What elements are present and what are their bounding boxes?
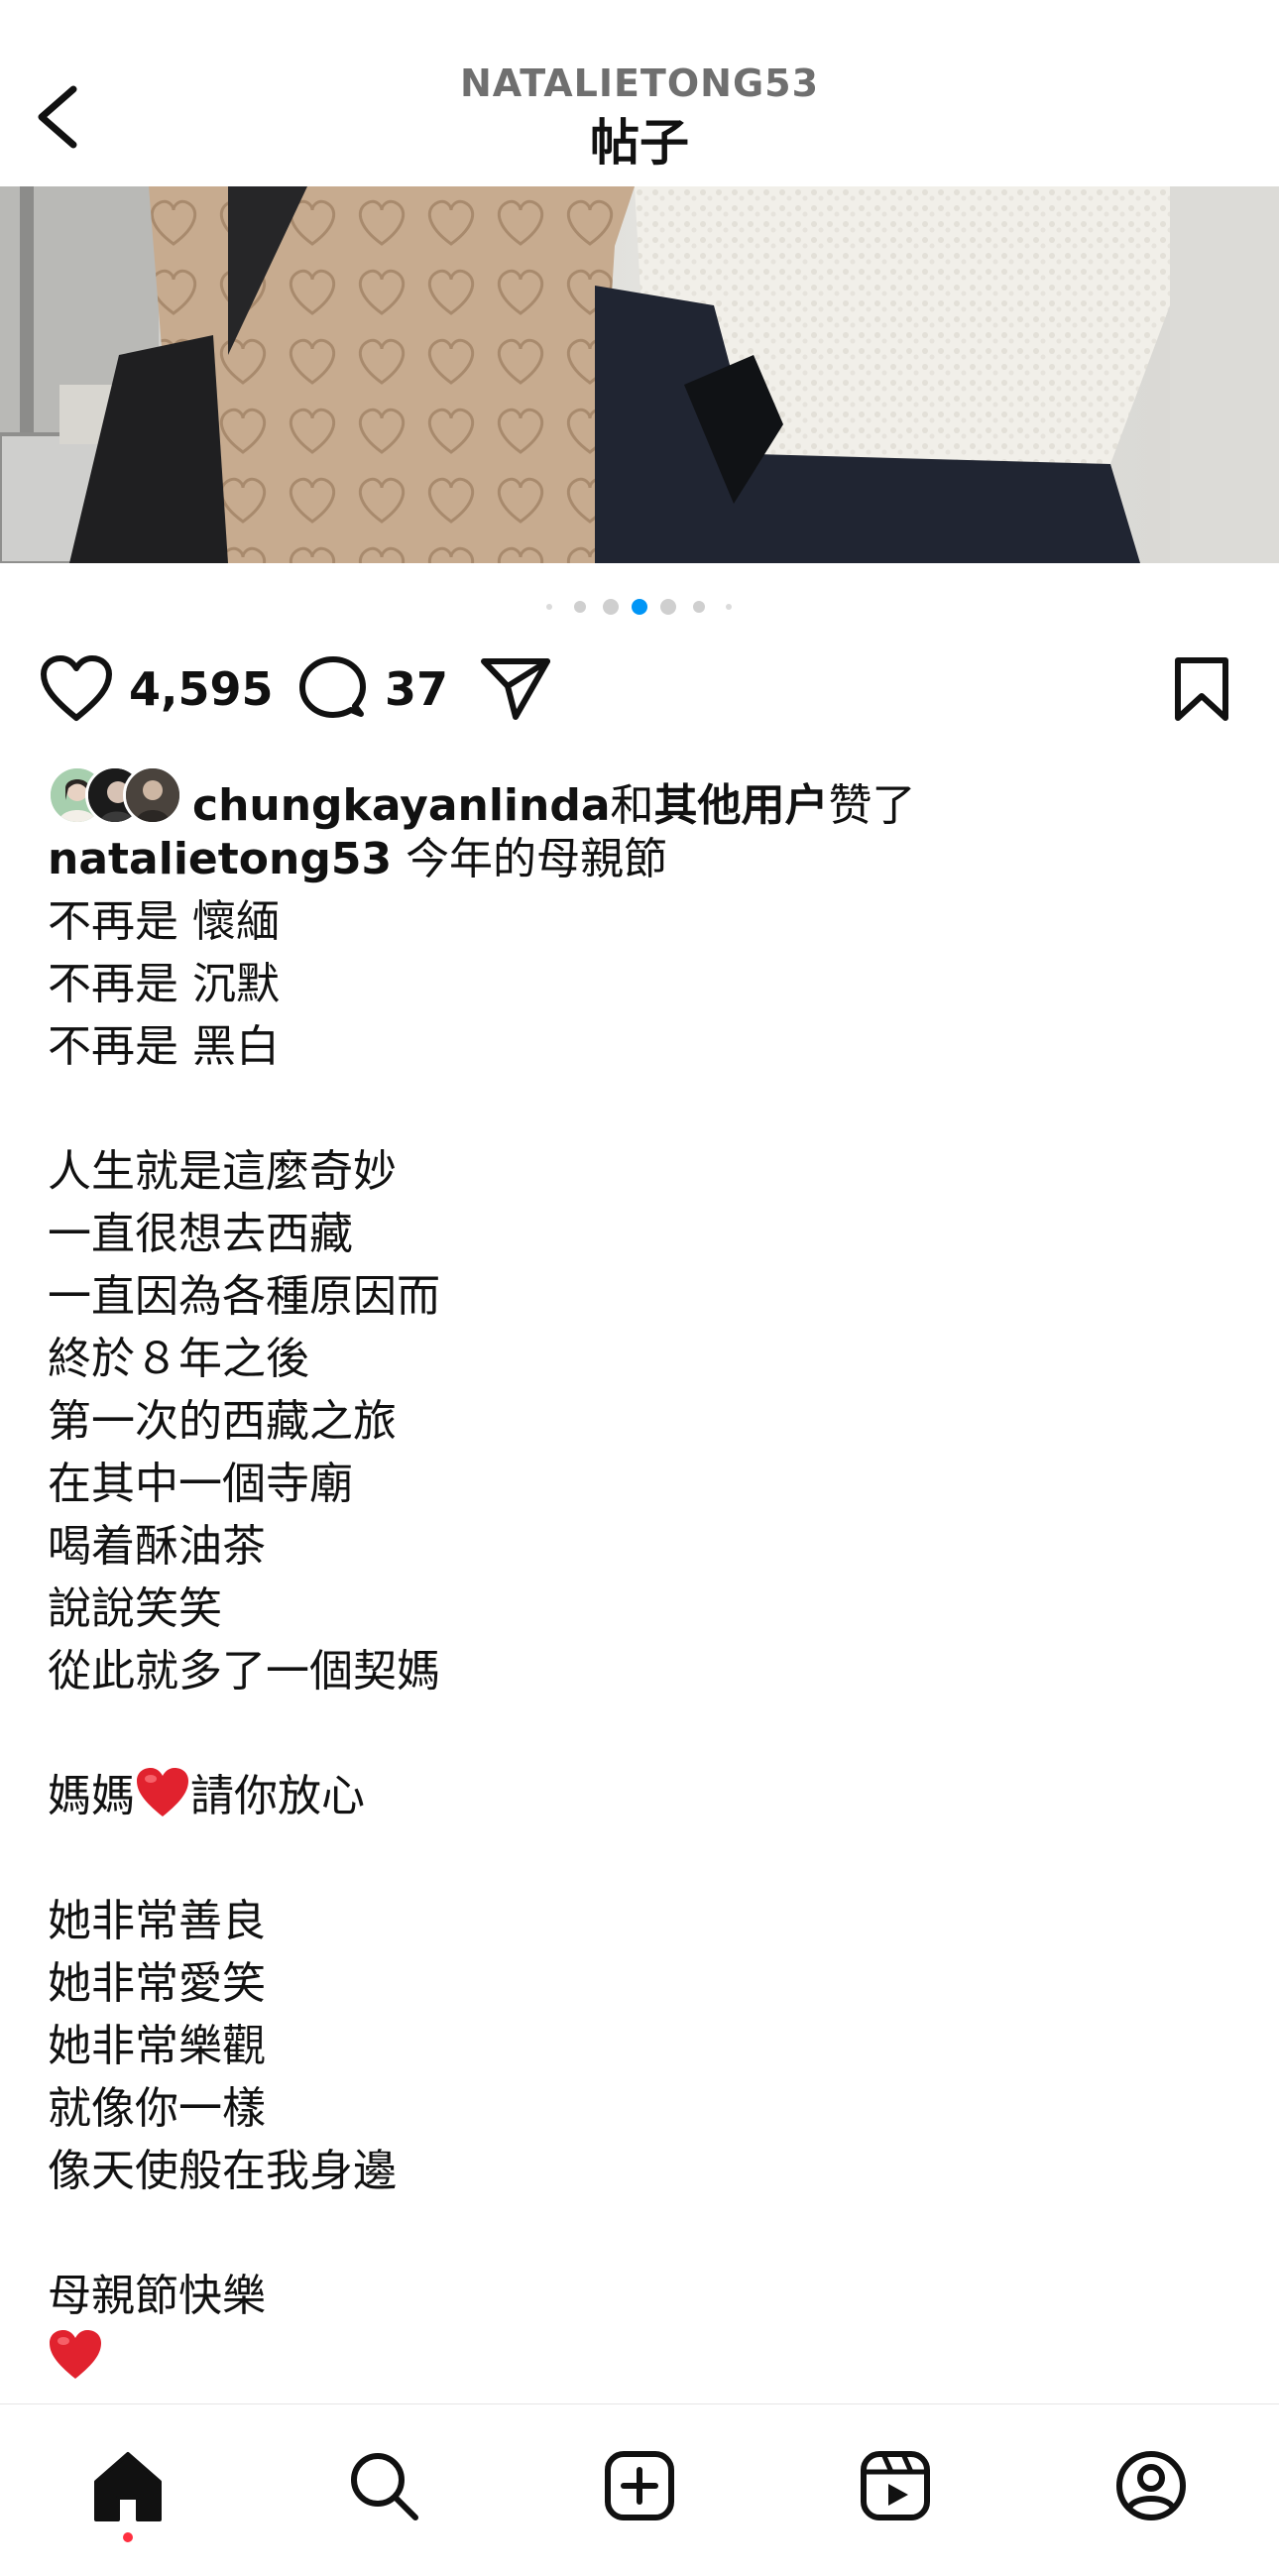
liker-username[interactable]: chungkayanlinda	[192, 780, 611, 831]
search-icon	[351, 2453, 418, 2520]
carousel-dot	[660, 599, 676, 615]
heart-icon	[41, 655, 112, 721]
caption-line: 一直很想去西藏	[48, 1209, 353, 1259]
profile-icon	[1116, 2451, 1186, 2520]
liker-avatars	[48, 763, 186, 825]
liked-by-others[interactable]: 其他用户	[654, 780, 829, 831]
caption-line: 一直因為各種原因而	[48, 1271, 440, 1322]
caption-line: 終於８年之後	[48, 1334, 309, 1384]
share-icon	[481, 658, 550, 720]
post-image[interactable]	[0, 186, 1279, 563]
caption-line: 不再是 懷緬	[48, 896, 280, 947]
caption-line: 她非常愛笑	[48, 1958, 266, 2009]
avatar	[123, 765, 182, 825]
post-actions: 4,595 37	[0, 644, 1279, 734]
carousel-dot	[603, 599, 619, 615]
caption-line: 人生就是這麼奇妙	[48, 1146, 397, 1197]
caption-text: 今年的母親節	[406, 834, 668, 884]
caption-mama-suffix: 請你放心	[190, 1771, 365, 1821]
caption-heart-line	[48, 2327, 1237, 2390]
caption-line: 喝着酥油茶	[48, 1521, 266, 1572]
liked-by-text: chungkayanlinda和其他用户赞了	[192, 769, 916, 833]
caption-line: 母親節快樂	[48, 2271, 266, 2321]
bookmark-icon	[1175, 657, 1228, 721]
liked-by-suffix: 赞了	[828, 780, 916, 831]
carousel-dot	[574, 601, 586, 613]
caption-line: 她非常樂觀	[48, 2021, 266, 2071]
post-owner-username[interactable]: NATALIETONG53	[0, 61, 1279, 105]
carousel-indicator	[0, 595, 1279, 619]
nav-reels[interactable]	[856, 2446, 935, 2525]
caption-line: 在其中一個寺廟	[48, 1459, 353, 1509]
caption-line: 不再是 黑白	[48, 1021, 280, 1072]
carousel-dot	[693, 601, 705, 613]
post-photo-illustration	[0, 186, 1279, 563]
page-title: 帖子	[590, 114, 689, 172]
caption-line: 就像你一樣	[48, 2083, 266, 2134]
share-button[interactable]	[480, 656, 551, 726]
caption-line: 像天使般在我身邊	[48, 2146, 397, 2196]
carousel-dot	[546, 604, 552, 610]
caption-username[interactable]: natalietong53	[48, 834, 392, 884]
bottom-navigation	[0, 2403, 1279, 2576]
comment-count[interactable]: 37	[385, 662, 448, 716]
carousel-dot	[726, 604, 732, 610]
like-button[interactable]	[40, 654, 113, 728]
caption-line: 不再是 沉默	[48, 959, 280, 1009]
liked-by-row[interactable]: chungkayanlinda和其他用户赞了	[48, 763, 1237, 831]
nav-home[interactable]	[88, 2446, 168, 2525]
caption-line: 她非常善良	[48, 1896, 266, 1946]
caption-line: 說說笑笑	[48, 1583, 222, 1634]
save-button[interactable]	[1172, 656, 1231, 726]
caption-mama-text: 媽媽	[48, 1771, 135, 1821]
nav-profile[interactable]	[1111, 2446, 1191, 2525]
red-heart-icon	[50, 2330, 101, 2379]
comment-icon	[299, 656, 366, 718]
home-notification-dot	[123, 2532, 133, 2542]
create-icon	[605, 2451, 674, 2520]
carousel-dot-active	[632, 599, 647, 615]
post-caption: natalietong53 今年的母親節 不再是 懷緬 不再是 沉默 不再是 黑…	[48, 828, 1237, 2390]
like-count[interactable]: 4,595	[129, 662, 274, 716]
caption-line: 從此就多了一個契媽	[48, 1646, 440, 1697]
nav-search[interactable]	[344, 2446, 423, 2525]
top-bar: NATALIETONG53 帖子	[0, 0, 1279, 186]
caption-line: 第一次的西藏之旅	[48, 1396, 397, 1447]
caption-first-line: natalietong53 今年的母親節	[48, 828, 1237, 890]
home-icon	[94, 2452, 162, 2521]
liked-by-connector: 和	[610, 780, 654, 831]
caption-line-mama: 媽媽 請你放心	[48, 1765, 1237, 1827]
nav-create[interactable]	[600, 2446, 679, 2525]
reels-icon	[861, 2451, 930, 2520]
red-heart-icon	[137, 1768, 188, 1816]
comment-button[interactable]	[297, 654, 367, 728]
